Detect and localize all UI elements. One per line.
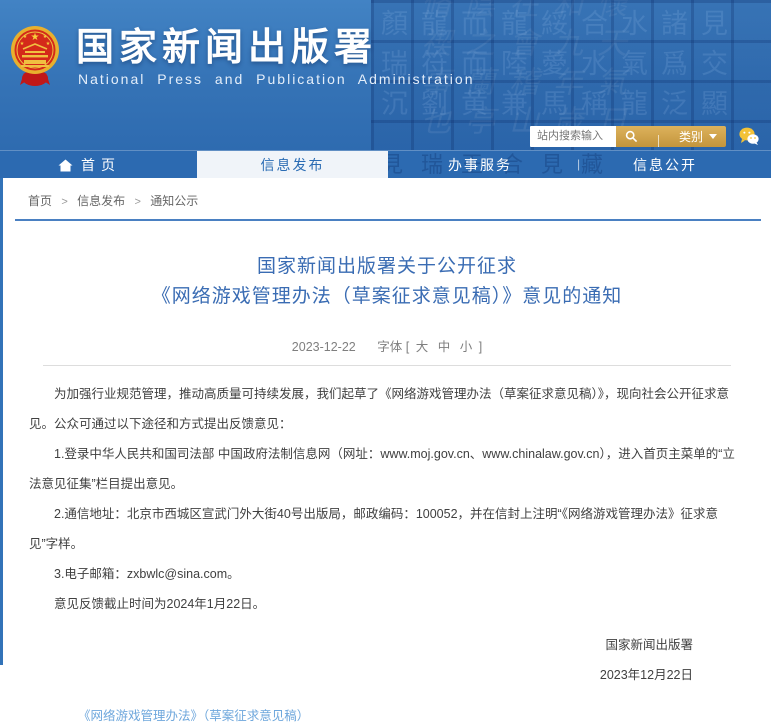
attachment-link[interactable]: 《网络游戏管理办法》（草案征求意见稿） bbox=[29, 705, 745, 724]
nav-item-home[interactable]: 首页 bbox=[58, 151, 121, 178]
breadcrumb-notices[interactable]: 通知公示 bbox=[150, 194, 198, 208]
breadcrumb-separator: > bbox=[135, 196, 141, 208]
wechat-icon[interactable] bbox=[739, 127, 759, 145]
chevron-down-icon[interactable] bbox=[709, 134, 717, 139]
paragraph-deadline: 意见反馈截止时间为2024年1月22日。 bbox=[29, 589, 745, 619]
breadcrumb: 首页 > 信息发布 > 通知公示 bbox=[3, 178, 771, 209]
page-title: 国家新闻出版署关于公开征求 《网络游戏管理办法（草案征求意见稿）》意见的通知 bbox=[29, 252, 745, 312]
main-navigation: 諸見瑞王合見藏 首页 信息发布 办事服务 | 信息公开 bbox=[0, 150, 771, 178]
breadcrumb-home[interactable]: 首页 bbox=[28, 194, 52, 208]
nav-home-label: 首页 bbox=[81, 155, 121, 175]
signature-agency: 国家新闻出版署 bbox=[29, 630, 693, 660]
font-size-small-button[interactable]: 小 bbox=[460, 340, 473, 354]
search-category-button[interactable]: 类别 bbox=[616, 126, 726, 147]
article-body: 为加强行业规范管理，推动高质量可持续发展，我们起草了《网络游戏管理办法（草案征求… bbox=[29, 379, 745, 619]
page-title-line-2: 《网络游戏管理办法（草案征求意见稿）》意见的通知 bbox=[29, 282, 745, 312]
font-size-bracket-open: [ bbox=[406, 340, 409, 354]
svg-text:★: ★ bbox=[43, 34, 48, 40]
site-header: 懷天氣日和九年歳在會稽山陰之蘭亭脩禊事也 顏龍而龍綏合水諸見瑞符而陸薆水氣爲交沉… bbox=[0, 0, 771, 150]
notice-article: 国家新闻出版署关于公开征求 《网络游戏管理办法（草案征求意见稿）》意见的通知 2… bbox=[3, 252, 771, 724]
site-search: 类别 bbox=[530, 125, 759, 147]
breadcrumb-info-release[interactable]: 信息发布 bbox=[77, 194, 125, 208]
national-emblem: ★ ★ ★ ★ ★ bbox=[10, 23, 60, 87]
search-input[interactable] bbox=[530, 126, 616, 147]
nav-item-services[interactable]: 办事服务 bbox=[420, 151, 540, 178]
site-subtitle: National Press and Publication Administr… bbox=[78, 71, 475, 87]
signature-block: 国家新闻出版署 2023年12月22日 bbox=[29, 630, 745, 690]
breadcrumb-underline bbox=[15, 219, 761, 221]
paragraph-channel-3: 3.电子邮箱：zxbwlc@sina.com。 bbox=[29, 559, 745, 589]
title-body-divider bbox=[43, 365, 731, 366]
home-icon bbox=[58, 159, 73, 172]
svg-text:★: ★ bbox=[23, 34, 28, 40]
breadcrumb-separator: > bbox=[61, 196, 67, 208]
font-size-bracket-close: ] bbox=[479, 340, 482, 354]
category-label[interactable]: 类别 bbox=[679, 128, 703, 145]
button-divider bbox=[658, 135, 659, 147]
publish-date: 2023-12-22 bbox=[292, 340, 356, 354]
site-title: 国家新闻出版署 bbox=[76, 16, 377, 71]
content-area: 首页 > 信息发布 > 通知公示 国家新闻出版署关于公开征求 《网络游戏管理办法… bbox=[0, 178, 771, 665]
svg-text:★: ★ bbox=[46, 41, 51, 47]
svg-text:★: ★ bbox=[31, 32, 40, 43]
nav-item-info-release[interactable]: 信息发布 bbox=[197, 151, 388, 178]
article-meta: 2023-12-22 字体 [ 大 中 小 ] bbox=[29, 336, 745, 355]
page-title-line-1: 国家新闻出版署关于公开征求 bbox=[29, 252, 745, 282]
font-size-large-button[interactable]: 大 bbox=[416, 340, 429, 354]
svg-text:★: ★ bbox=[20, 41, 25, 47]
paragraph-channel-2: 2.通信地址：北京市西城区宣武门外大街40号出版局，邮政编码：100052，并在… bbox=[29, 499, 745, 559]
paragraph-channel-1: 1.登录中华人民共和国司法部 中国政府法制信息网（网址：www.moj.gov.… bbox=[29, 439, 745, 499]
font-size-medium-button[interactable]: 中 bbox=[438, 340, 451, 354]
font-size-label: 字体 bbox=[377, 340, 402, 354]
nav-separator: | bbox=[577, 151, 580, 178]
paragraph-intro: 为加强行业规范管理，推动高质量可持续发展，我们起草了《网络游戏管理办法（草案征求… bbox=[29, 379, 745, 439]
search-icon[interactable] bbox=[625, 130, 638, 143]
nav-item-info-disclosure[interactable]: 信息公开 bbox=[605, 151, 725, 178]
